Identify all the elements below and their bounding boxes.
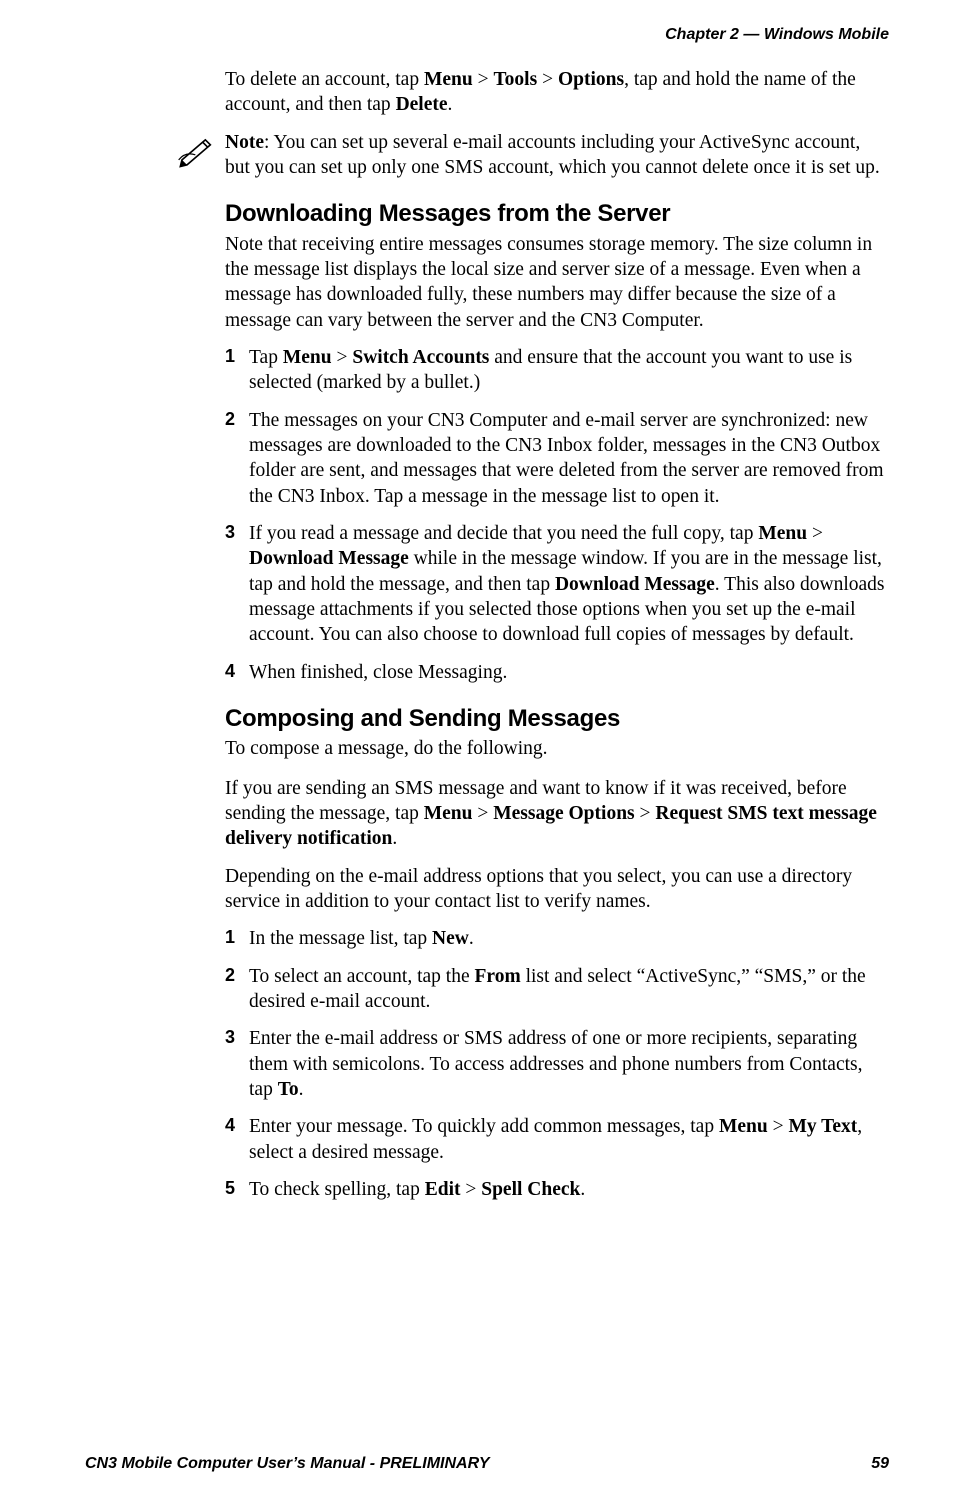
note-block: Note: You can set up several e-mail acco…	[225, 130, 889, 181]
bold-download-message: Download Message	[249, 548, 409, 569]
bold-menu: Menu	[424, 69, 473, 90]
bold-spell-check: Spell Check	[481, 1179, 580, 1200]
list-item: 4 When finished, close Messaging.	[225, 660, 889, 685]
text: >	[332, 347, 353, 368]
text: If you read a message and decide that yo…	[249, 523, 758, 544]
note-body: : You can set up several e-mail accounts…	[225, 132, 880, 178]
chapter-label: Chapter 2 — Windows Mobile	[665, 26, 889, 43]
bold-menu: Menu	[424, 803, 473, 824]
list-item: 3 If you read a message and decide that …	[225, 521, 889, 648]
section-heading-downloading: Downloading Messages from the Server	[225, 198, 889, 229]
bold-to: To	[278, 1079, 299, 1100]
bold-options: Options	[558, 69, 624, 90]
bold-delete: Delete	[396, 94, 448, 115]
section1-intro: Note that receiving entire messages cons…	[225, 232, 889, 333]
text: In the message list, tap	[249, 928, 432, 949]
step-number: 2	[225, 964, 235, 987]
bold-download-message: Download Message	[555, 574, 715, 595]
note-text: Note: You can set up several e-mail acco…	[225, 130, 889, 181]
text: Tap	[249, 347, 283, 368]
delete-account-para: To delete an account, tap Menu > Tools >…	[225, 67, 889, 118]
list-item: 4 Enter your message. To quickly add com…	[225, 1114, 889, 1165]
note-label: Note	[225, 132, 264, 153]
step-number: 3	[225, 1026, 235, 1049]
step-number: 5	[225, 1177, 235, 1200]
step-number: 2	[225, 408, 235, 431]
text: .	[469, 928, 474, 949]
step-number: 1	[225, 926, 235, 949]
text: .	[392, 828, 397, 849]
text: Enter your message. To quickly add commo…	[249, 1116, 719, 1137]
text: .	[448, 94, 453, 115]
text: .	[580, 1179, 585, 1200]
step-number: 1	[225, 345, 235, 368]
bold-menu: Menu	[758, 523, 807, 544]
text: >	[473, 69, 494, 90]
text: >	[460, 1179, 481, 1200]
list-item: 1 Tap Menu > Switch Accounts and ensure …	[225, 345, 889, 396]
section2-para3: Depending on the e-mail address options …	[225, 864, 889, 915]
footer-title: CN3 Mobile Computer User’s Manual - PREL…	[85, 1454, 490, 1475]
text: >	[473, 803, 494, 824]
bold-edit: Edit	[425, 1179, 461, 1200]
page-header: Chapter 2 — Windows Mobile	[665, 25, 889, 46]
text: .	[299, 1079, 304, 1100]
step-number: 4	[225, 1114, 235, 1137]
note-pencil-icon	[177, 134, 217, 176]
text: To delete an account, tap	[225, 69, 424, 90]
section2-para2: If you are sending an SMS message and wa…	[225, 776, 889, 852]
bold-from: From	[475, 966, 521, 987]
section2-intro: To compose a message, do the following.	[225, 736, 889, 761]
list-item: 3 Enter the e-mail address or SMS addres…	[225, 1026, 889, 1102]
section2-list: 1 In the message list, tap New. 2 To sel…	[225, 926, 889, 1202]
step-number: 4	[225, 660, 235, 683]
bold-tools: Tools	[493, 69, 537, 90]
text: >	[768, 1116, 789, 1137]
bold-my-text: My Text	[788, 1116, 857, 1137]
section1-list: 1 Tap Menu > Switch Accounts and ensure …	[225, 345, 889, 685]
text: >	[635, 803, 656, 824]
list-item: 2 The messages on your CN3 Computer and …	[225, 408, 889, 509]
step-number: 3	[225, 521, 235, 544]
page-number: 59	[871, 1454, 889, 1475]
list-item: 5 To check spelling, tap Edit > Spell Ch…	[225, 1177, 889, 1202]
text: >	[537, 69, 558, 90]
text: >	[807, 523, 823, 544]
bold-message-options: Message Options	[493, 803, 634, 824]
section-heading-composing: Composing and Sending Messages	[225, 703, 889, 734]
list-item: 1 In the message list, tap New.	[225, 926, 889, 951]
page-content: To delete an account, tap Menu > Tools >…	[225, 65, 889, 1214]
page-footer: CN3 Mobile Computer User’s Manual - PREL…	[85, 1454, 889, 1475]
bold-menu: Menu	[719, 1116, 768, 1137]
text: Enter the e-mail address or SMS address …	[249, 1028, 862, 1100]
bold-menu: Menu	[283, 347, 332, 368]
text: To select an account, tap the	[249, 966, 475, 987]
text: To check spelling, tap	[249, 1179, 425, 1200]
list-item: 2 To select an account, tap the From lis…	[225, 964, 889, 1015]
bold-new: New	[432, 928, 469, 949]
text: When finished, close Messaging.	[249, 662, 507, 683]
bold-switch-accounts: Switch Accounts	[352, 347, 489, 368]
text: The messages on your CN3 Computer and e-…	[249, 410, 884, 507]
